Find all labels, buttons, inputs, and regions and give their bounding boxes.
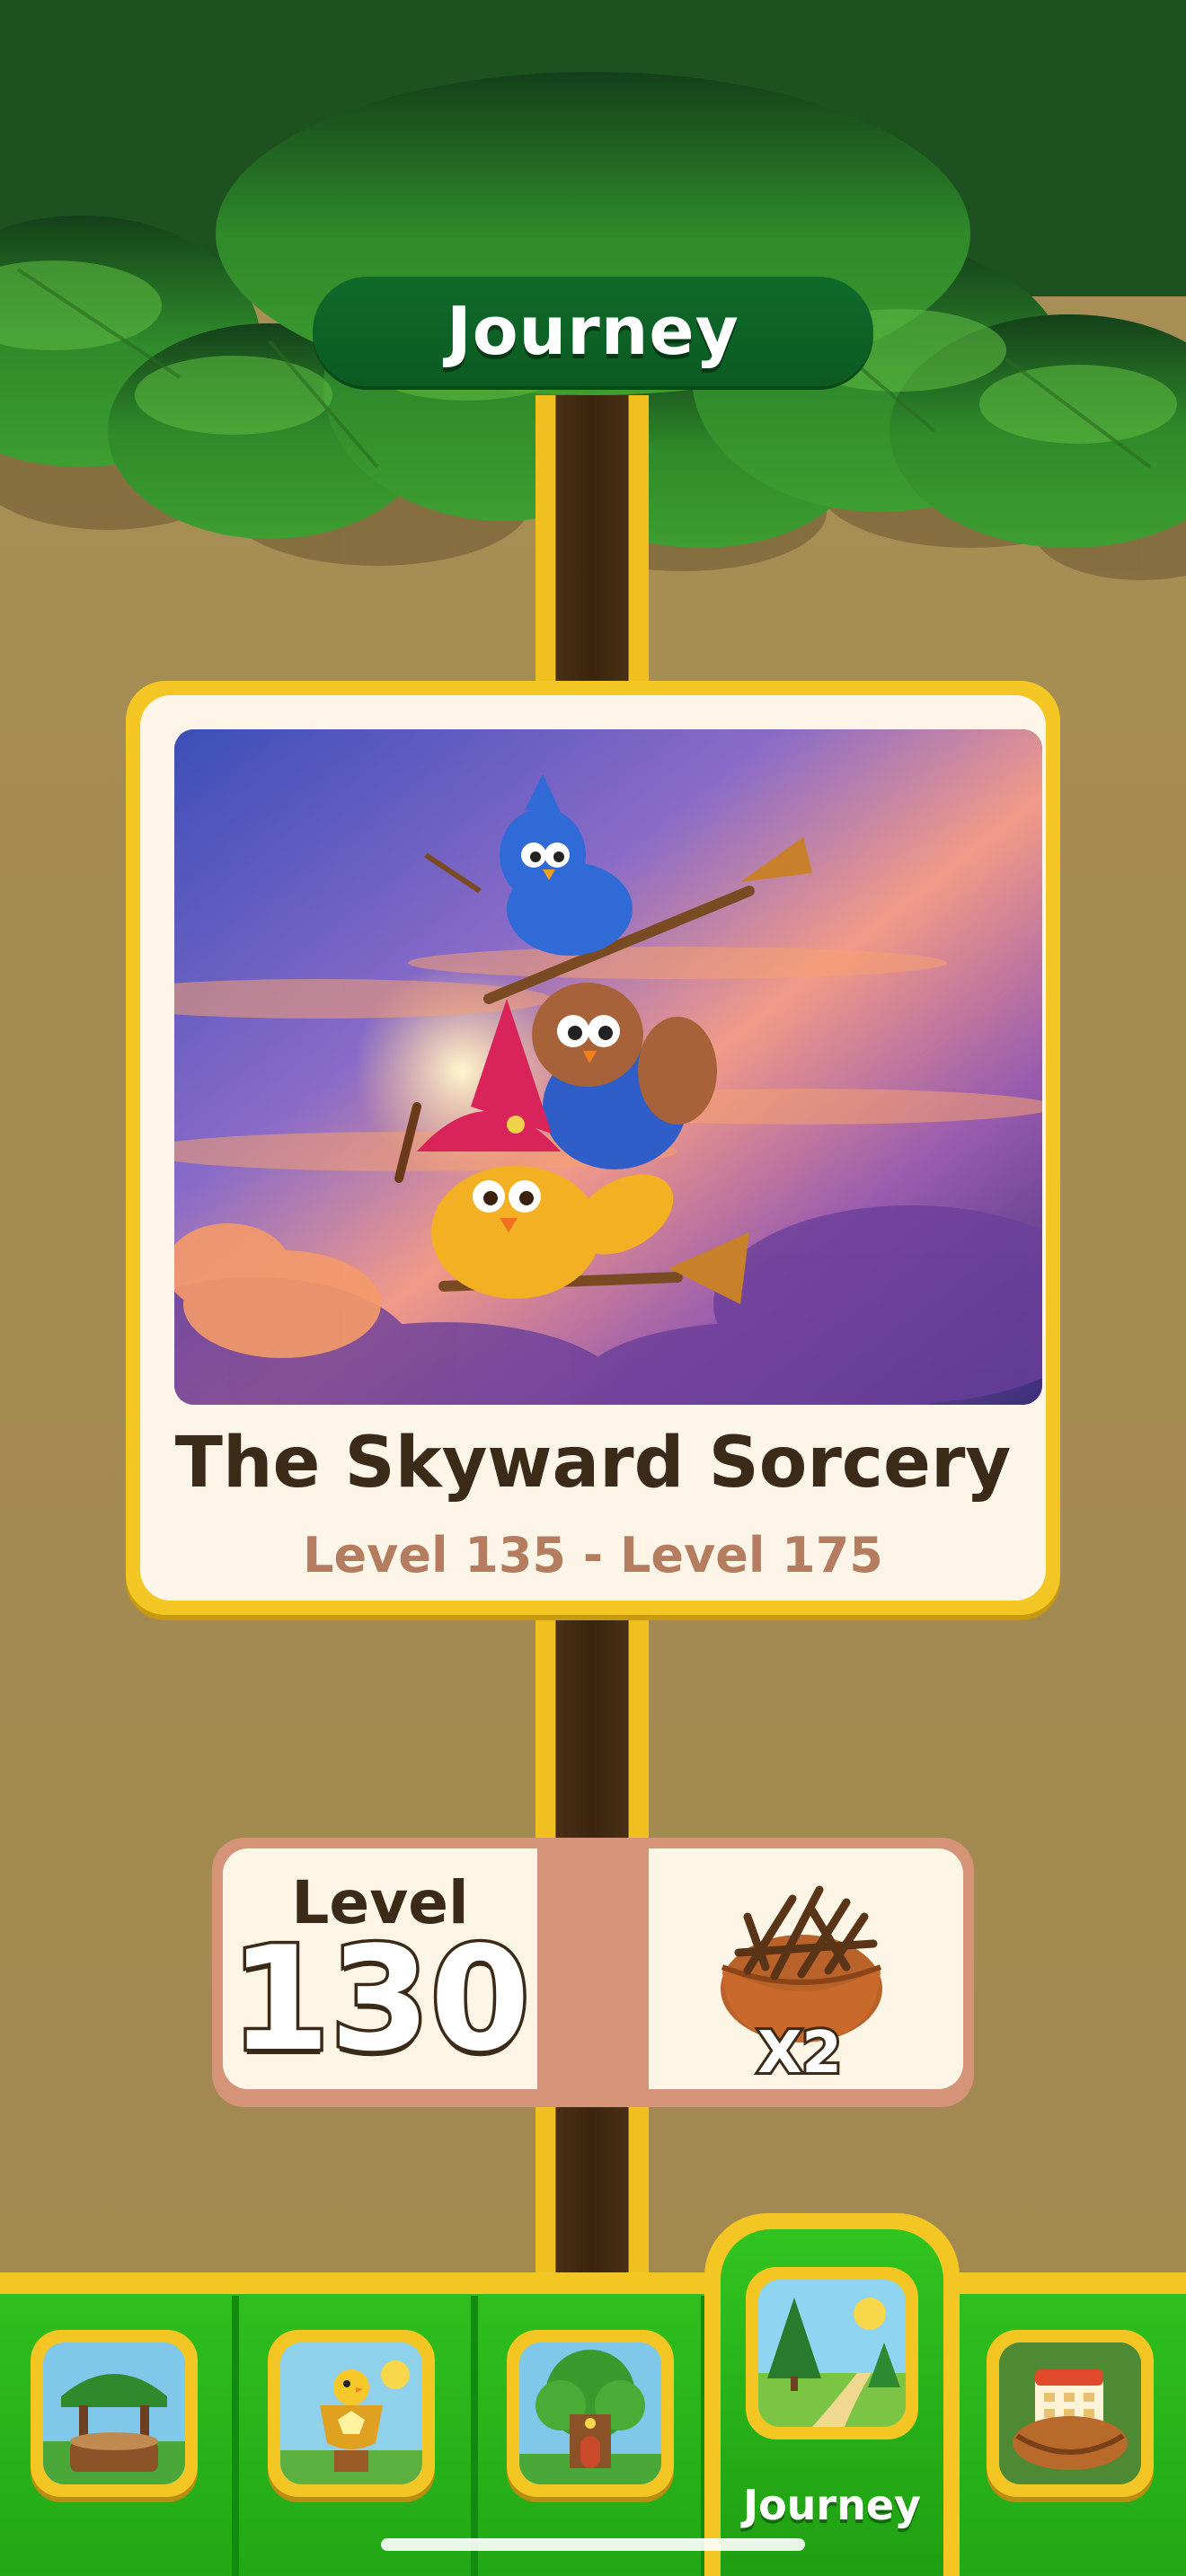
chapter-card-body: The Skyward Sorcery Level 135 - Level 17… xyxy=(140,695,1046,1601)
nav-tab-journey-frame xyxy=(746,2267,918,2439)
nav-tab-treehouse[interactable] xyxy=(507,2330,674,2497)
home-indicator[interactable] xyxy=(381,2538,805,2551)
nav-tab-journey[interactable]: Journey xyxy=(704,2213,960,2576)
nav-tab-trophy[interactable] xyxy=(268,2330,435,2497)
chapter-illustration xyxy=(174,729,1042,1405)
page-header: Journey xyxy=(313,277,873,386)
level-badge: Level 130 xyxy=(223,1848,537,2089)
chapter-card[interactable]: The Skyward Sorcery Level 135 - Level 17… xyxy=(126,681,1060,1615)
tree-house-icon xyxy=(519,2342,661,2484)
tree-stump-shop-icon xyxy=(43,2342,185,2484)
chapter-level-range: Level 135 - Level 175 xyxy=(303,1527,883,1584)
trophy-chick-icon xyxy=(280,2342,422,2484)
nav-divider xyxy=(232,2296,239,2576)
nav-divider xyxy=(471,2296,478,2576)
journey-path-icon xyxy=(758,2280,906,2427)
witch-birds-illustration xyxy=(174,729,1042,1405)
page-title: Journey xyxy=(447,293,739,370)
nav-tab-shop[interactable] xyxy=(31,2330,198,2497)
calendar-nest-icon xyxy=(999,2342,1141,2484)
level-reward: X2 xyxy=(649,1848,963,2089)
nav-tab-journey-label: Journey xyxy=(742,2481,922,2529)
nav-tab-calendar[interactable] xyxy=(987,2330,1154,2497)
reward-multiplier: X2 xyxy=(755,2020,845,2086)
chapter-title: The Skyward Sorcery xyxy=(174,1423,1012,1504)
current-level-panel[interactable]: Level 130 X2 xyxy=(212,1838,974,2107)
level-number: 130 xyxy=(227,1915,534,2083)
